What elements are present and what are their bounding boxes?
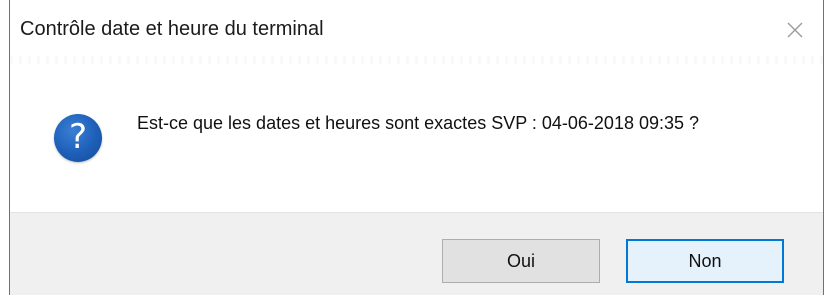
yes-button[interactable]: Oui	[442, 239, 600, 283]
close-icon	[787, 22, 803, 38]
dialog-content: ? Est-ce que les dates et heures sont ex…	[10, 64, 823, 182]
question-mark-glyph: ?	[68, 117, 88, 157]
dialog-titlebar[interactable]: Contrôle date et heure du terminal	[10, 0, 823, 64]
confirmation-dialog: Contrôle date et heure du terminal ? Est…	[9, 0, 824, 295]
dialog-title: Contrôle date et heure du terminal	[20, 18, 324, 40]
no-button[interactable]: Non	[626, 239, 784, 283]
question-icon: ?	[54, 114, 102, 162]
dialog-button-bar: Oui Non	[10, 212, 823, 295]
dialog-message: Est-ce que les dates et heures sont exac…	[137, 113, 700, 133]
close-button[interactable]	[773, 10, 817, 50]
